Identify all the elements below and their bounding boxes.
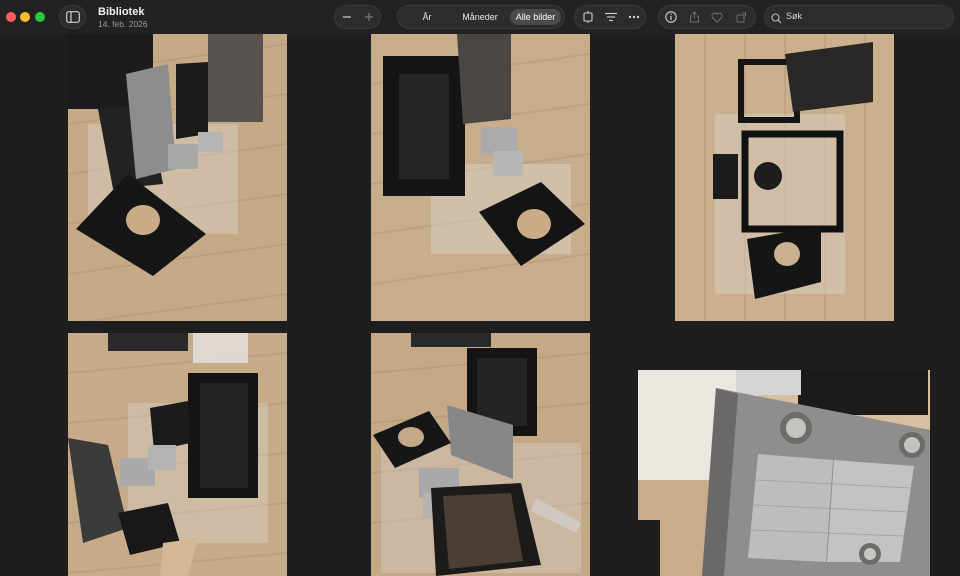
photo-image: [371, 333, 590, 576]
share-button[interactable]: [683, 6, 705, 28]
view-mode-year[interactable]: År: [404, 9, 450, 25]
page-title: Bibliotek: [98, 6, 145, 18]
slideshow-icon: [582, 11, 594, 23]
heart-icon: [711, 12, 723, 23]
photo-image: [675, 34, 894, 321]
photo-image: [68, 34, 287, 321]
page-date: 14. feb. 2026: [98, 19, 148, 29]
photo-image: [68, 333, 287, 576]
filter-icon: [605, 12, 617, 22]
rotate-button[interactable]: [730, 6, 752, 28]
more-icon: [628, 15, 640, 19]
view-mode-months[interactable]: Måneder: [455, 9, 505, 25]
more-button[interactable]: [623, 6, 645, 28]
share-icon: [689, 11, 700, 23]
photo-image: [371, 34, 590, 321]
library-title-block: Bibliotek 14. feb. 2026: [98, 6, 148, 30]
zoom-out-button[interactable]: [336, 6, 358, 28]
slideshow-button[interactable]: [577, 6, 599, 28]
photo-thumbnail-6[interactable]: [638, 370, 930, 576]
zoom-in-icon: [364, 12, 374, 22]
zoom-in-button[interactable]: [358, 6, 380, 28]
photo-thumbnail-1[interactable]: [68, 34, 287, 321]
zoom-window-button[interactable]: [35, 12, 45, 22]
filter-button[interactable]: [600, 6, 622, 28]
sidebar-toggle-button[interactable]: [59, 5, 86, 29]
photo-thumbnail-4[interactable]: [68, 333, 287, 576]
rotate-icon: [736, 12, 747, 23]
item-actions-group: [658, 5, 756, 29]
photo-image: [638, 370, 930, 576]
toolbar: Bibliotek 14. feb. 2026 År Måneder Alle …: [0, 0, 960, 34]
zoom-out-icon: [342, 12, 352, 22]
search-icon: [771, 11, 782, 29]
photo-thumbnail-5[interactable]: [371, 333, 590, 576]
search-field[interactable]: Søk: [764, 5, 954, 29]
photo-thumbnail-2[interactable]: [371, 34, 590, 321]
info-button[interactable]: [660, 6, 682, 28]
favorite-button[interactable]: [706, 6, 728, 28]
action-group: [574, 5, 646, 29]
photo-thumbnail-3[interactable]: [675, 34, 894, 321]
search-placeholder: Søk: [786, 11, 803, 21]
view-mode-all-photos[interactable]: Alle bilder: [510, 9, 561, 25]
view-mode-segmented: År Måneder Alle bilder: [397, 5, 565, 29]
minimize-window-button[interactable]: [20, 12, 30, 22]
close-window-button[interactable]: [6, 12, 16, 22]
zoom-controls: [334, 5, 381, 29]
info-icon: [665, 11, 677, 23]
sidebar-toggle-icon: [62, 6, 84, 28]
